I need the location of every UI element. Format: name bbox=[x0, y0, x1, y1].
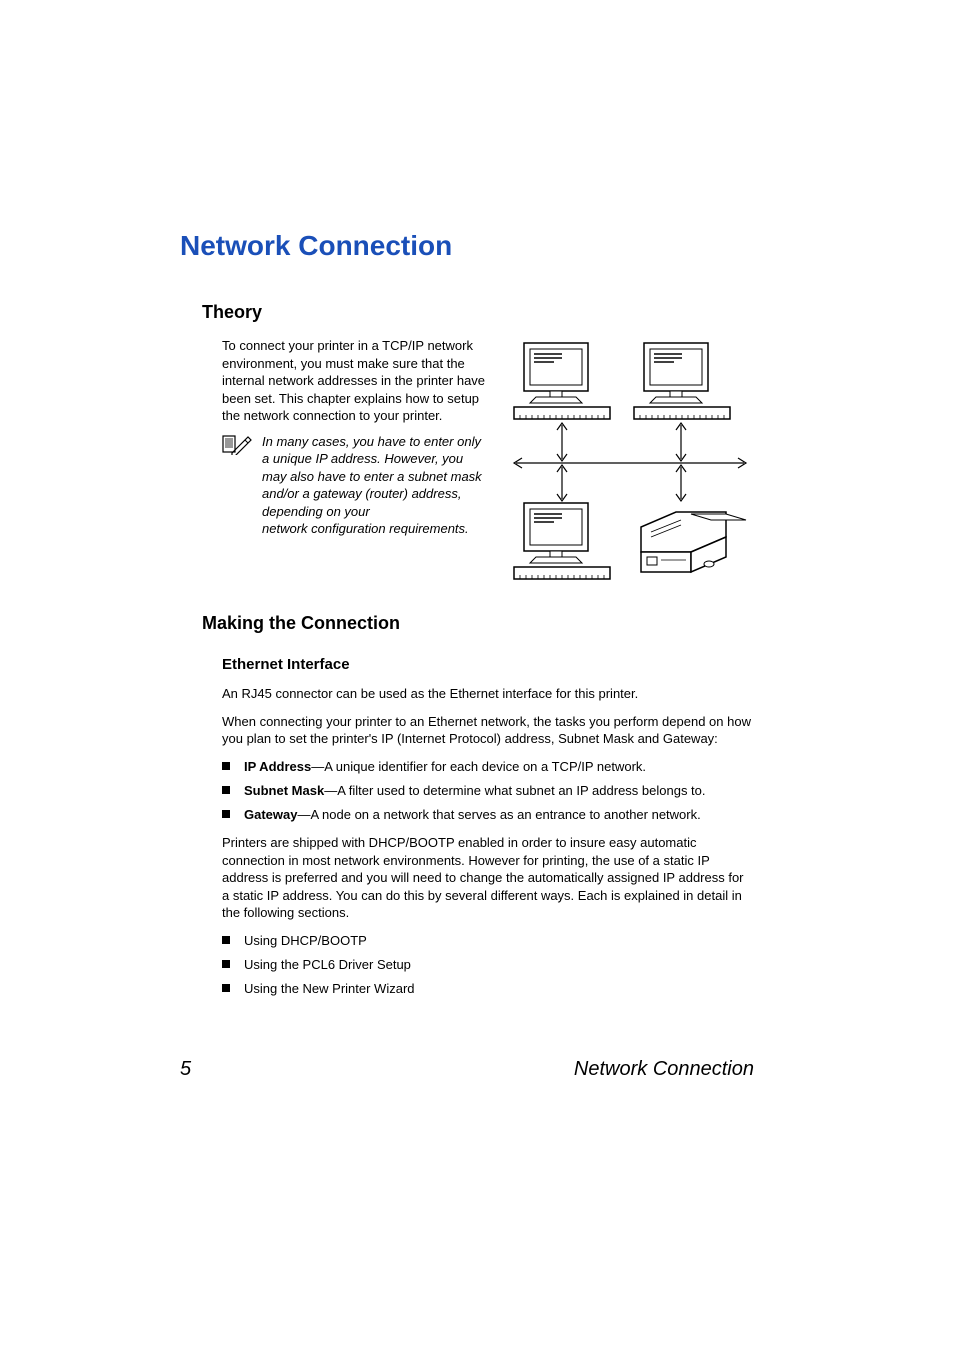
definitions-list: IP Address—A unique identifier for each … bbox=[222, 758, 754, 825]
note-text: In many cases, you have to enter only a … bbox=[262, 433, 488, 521]
computer-icon bbox=[514, 503, 610, 579]
printer-icon bbox=[641, 512, 746, 572]
page: Network Connection Theory To connect you… bbox=[0, 0, 954, 1350]
footer-section-label: Network Connection bbox=[574, 1058, 754, 1081]
note-row: In many cases, you have to enter only a … bbox=[222, 433, 488, 521]
methods-list: Using DHCP/BOOTP Using the PCL6 Driver S… bbox=[222, 932, 754, 999]
network-arrows bbox=[514, 423, 746, 501]
theory-text: To connect your printer in a TCP/IP netw… bbox=[222, 337, 488, 585]
ethernet-interface-heading: Ethernet Interface bbox=[222, 656, 754, 673]
list-item: Using DHCP/BOOTP bbox=[222, 932, 754, 950]
list-item: Gateway—A node on a network that serves … bbox=[222, 806, 754, 824]
def-term: IP Address bbox=[244, 759, 311, 774]
list-item: IP Address—A unique identifier for each … bbox=[222, 758, 754, 776]
page-number: 5 bbox=[180, 1058, 191, 1081]
computer-icon bbox=[634, 343, 730, 419]
list-item: Subnet Mask—A filter used to determine w… bbox=[222, 782, 754, 800]
def-desc: —A node on a network that serves as an e… bbox=[297, 807, 700, 822]
def-term: Subnet Mask bbox=[244, 783, 324, 798]
ethernet-p1: An RJ45 connector can be used as the Eth… bbox=[222, 685, 754, 703]
ethernet-p3: Printers are shipped with DHCP/BOOTP ena… bbox=[222, 834, 754, 922]
making-connection-heading: Making the Connection bbox=[202, 613, 754, 634]
page-title: Network Connection bbox=[180, 230, 754, 262]
page-footer: 5 Network Connection bbox=[180, 1058, 754, 1081]
list-item: Using the New Printer Wizard bbox=[222, 980, 754, 998]
def-desc: —A filter used to determine what subnet … bbox=[324, 783, 705, 798]
list-item: Using the PCL6 Driver Setup bbox=[222, 956, 754, 974]
note-text-continued: network configuration requirements. bbox=[262, 520, 488, 538]
ethernet-p2: When connecting your printer to an Ether… bbox=[222, 713, 754, 748]
network-diagram bbox=[506, 337, 754, 585]
note-pen-icon bbox=[222, 433, 252, 455]
theory-heading: Theory bbox=[202, 302, 754, 323]
computer-icon bbox=[514, 343, 610, 419]
def-term: Gateway bbox=[244, 807, 297, 822]
def-desc: —A unique identifier for each device on … bbox=[311, 759, 646, 774]
theory-paragraph: To connect your printer in a TCP/IP netw… bbox=[222, 337, 488, 425]
theory-block: To connect your printer in a TCP/IP netw… bbox=[222, 337, 754, 585]
